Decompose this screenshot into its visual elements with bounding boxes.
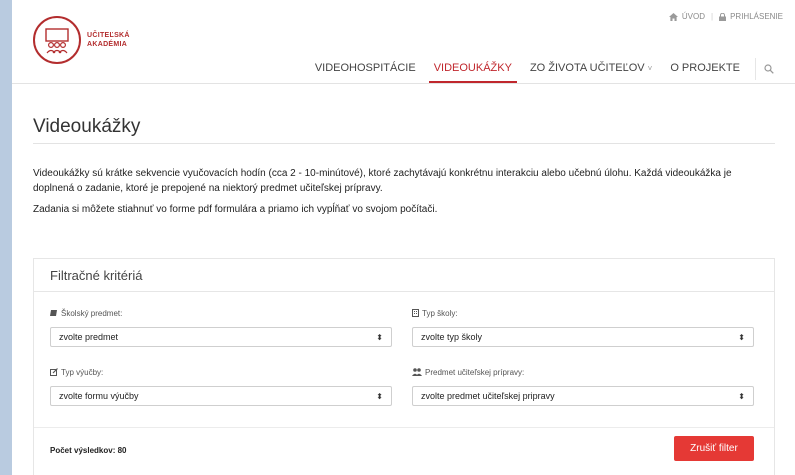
filter-panel: Filtračné kritériá Školský predmet: zvol… — [33, 258, 775, 475]
book-icon — [50, 309, 58, 317]
main-nav: VIDEOHOSPITÁCIE VIDEOUKÁŽKY ZO ŽIVOTA UČ… — [306, 58, 781, 83]
filter-label: Školský predmet: — [50, 307, 392, 319]
nav-item-label: VIDEOUKÁŽKY — [433, 62, 512, 74]
users-icon — [412, 368, 422, 376]
select-arrows-icon: ⬍ — [376, 332, 383, 342]
search-button[interactable] — [755, 58, 781, 80]
select-value: zvolte formu výučby — [59, 391, 139, 401]
logo-wordmark: UČITEĽSKÁ AKADÉMIA — [87, 31, 130, 49]
teacher-training-subject-select[interactable]: zvolte predmet učiteľskej pripravy ⬍ — [412, 386, 754, 406]
toplinks-divider: | — [711, 12, 714, 21]
reset-filter-button[interactable]: Zrušiť filter — [674, 436, 754, 461]
intro-text: Videoukážky sú krátke sekvencie vyučovac… — [33, 166, 775, 217]
filter-teacher-training-subject: Predmet učiteľskej prípravy: zvolte pred… — [412, 366, 754, 406]
intro-paragraph: Videoukážky sú krátke sekvencie vyučovac… — [33, 168, 732, 194]
filter-label: Predmet učiteľskej prípravy: — [412, 366, 754, 378]
intro-paragraph: Zadania si môžete stiahnuť vo forme pdf … — [33, 204, 438, 215]
logo-emblem-icon — [33, 16, 81, 64]
home-link[interactable]: ÚVOD — [682, 12, 705, 21]
nav-item-zo-zivota-ucitelov[interactable]: ZO ŽIVOTA UČITEĽOV ˅ — [521, 58, 661, 82]
teaching-type-select[interactable]: zvolte formu výučby ⬍ — [50, 386, 392, 406]
select-arrows-icon: ⬍ — [738, 391, 745, 401]
nav-item-label: O PROJEKTE — [670, 62, 740, 74]
result-count-value: 80 — [117, 446, 127, 455]
filter-school-type: Typ školy: zvolte typ školy ⬍ — [412, 307, 754, 347]
page-title: Videoukážky — [33, 84, 775, 144]
site-header: UČITEĽSKÁ AKADÉMIA ÚVOD | PRIHLÁSENIE VI… — [12, 0, 795, 84]
nav-item-videohospitacie[interactable]: VIDEOHOSPITÁCIE — [306, 58, 425, 82]
site-logo[interactable]: UČITEĽSKÁ AKADÉMIA — [33, 16, 130, 64]
select-value: zvolte predmet učiteľskej pripravy — [421, 391, 555, 401]
filter-label-text: Školský predmet: — [61, 308, 123, 318]
select-arrows-icon: ⬍ — [738, 332, 745, 342]
chevron-down-icon: ˅ — [647, 64, 653, 73]
page: UČITEĽSKÁ AKADÉMIA ÚVOD | PRIHLÁSENIE VI… — [12, 0, 795, 475]
filter-label: Typ výučby: — [50, 366, 392, 378]
select-arrows-icon: ⬍ — [376, 391, 383, 401]
filter-panel-footer: Počet výsledkov: 80 Zrušiť filter — [34, 428, 774, 475]
result-count: Počet výsledkov: 80 — [50, 446, 127, 455]
nav-item-label: ZO ŽIVOTA UČITEĽOV — [529, 62, 645, 74]
filter-label-text: Typ školy: — [422, 308, 458, 318]
search-icon — [763, 64, 774, 74]
filter-panel-heading: Filtračné kritériá — [34, 259, 774, 292]
building-icon — [412, 309, 419, 317]
filter-label: Typ školy: — [412, 307, 754, 319]
school-subject-select[interactable]: zvolte predmet ⬍ — [50, 327, 392, 347]
filter-label-text: Typ výučby: — [61, 367, 104, 377]
edit-icon — [50, 368, 58, 376]
top-links: ÚVOD | PRIHLÁSENIE — [668, 12, 783, 21]
lock-icon[interactable] — [719, 12, 727, 21]
nav-item-videoukazky[interactable]: VIDEOUKÁŽKY — [425, 58, 521, 83]
login-link[interactable]: PRIHLÁSENIE — [730, 12, 783, 21]
filter-label-text: Predmet učiteľskej prípravy: — [425, 367, 525, 377]
school-type-select[interactable]: zvolte typ školy ⬍ — [412, 327, 754, 347]
logo-line-1: UČITEĽSKÁ — [87, 32, 130, 39]
nav-item-o-projekte[interactable]: O PROJEKTE — [661, 58, 749, 82]
filter-teaching-type: Typ výučby: zvolte formu výučby ⬍ — [50, 366, 392, 406]
select-value: zvolte predmet — [59, 332, 119, 342]
select-value: zvolte typ školy — [421, 332, 483, 342]
nav-item-label: VIDEOHOSPITÁCIE — [314, 62, 416, 74]
filter-school-subject: Školský predmet: zvolte predmet ⬍ — [50, 307, 392, 347]
logo-line-2: AKADÉMIA — [87, 41, 128, 48]
result-count-label: Počet výsledkov: — [50, 446, 116, 455]
main-content: Videoukážky Videoukážky sú krátke sekven… — [33, 84, 775, 475]
home-icon[interactable] — [668, 12, 678, 21]
filter-fields: Školský predmet: zvolte predmet ⬍ Typ šk… — [34, 292, 774, 428]
